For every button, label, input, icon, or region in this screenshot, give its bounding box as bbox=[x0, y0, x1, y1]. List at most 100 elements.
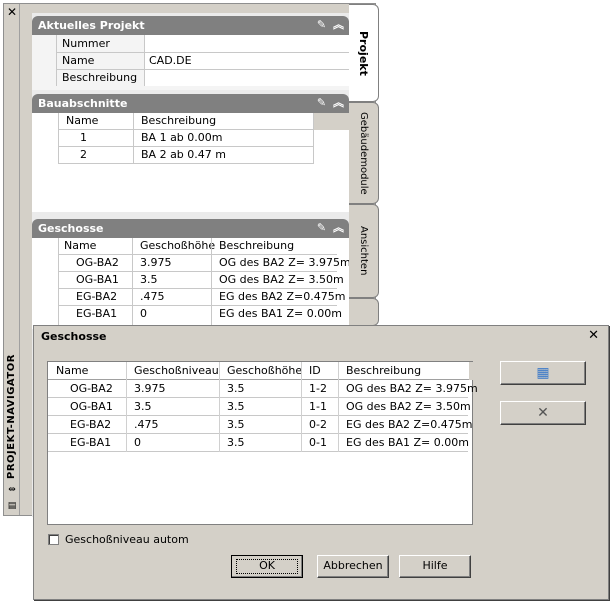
table-header: Name Geschoßniveau Geschoßhöhe ID Beschr… bbox=[48, 362, 469, 380]
table-row[interactable]: OG-BA1 3.5 OG des BA2 Z= 3.50m bbox=[32, 272, 349, 288]
auto-level-checkbox[interactable]: Geschoßniveau autom bbox=[48, 533, 189, 546]
cell-name: OG-BA1 bbox=[76, 273, 119, 286]
auto-hide-icon[interactable]: ⇹ bbox=[7, 485, 17, 495]
tab-projekt[interactable]: Projekt bbox=[349, 4, 379, 102]
palette-title: PROJEKT-NAVIGATOR bbox=[6, 354, 17, 480]
palette-title-strip[interactable]: ✕ PROJEKT-NAVIGATOR ⇹ ▤ bbox=[4, 4, 20, 515]
row-value[interactable] bbox=[145, 36, 149, 52]
edit-icon[interactable]: ✎ bbox=[315, 96, 328, 110]
cell-level: 3.5 bbox=[134, 400, 152, 413]
cell-id: 0-1 bbox=[309, 436, 327, 449]
delete-icon: ✕ bbox=[537, 405, 549, 421]
section-title: Geschosse bbox=[38, 222, 104, 235]
edit-icon[interactable]: ✎ bbox=[315, 221, 328, 235]
cell-description: BA 2 ab 0.47 m bbox=[141, 148, 226, 161]
cell-name: EG-BA2 bbox=[70, 418, 112, 431]
project-row-description[interactable]: Beschreibung bbox=[32, 70, 349, 86]
table-header: Name Beschreibung bbox=[32, 113, 349, 129]
cancel-button-label: Abbrechen bbox=[323, 559, 383, 572]
tab-label: Gebäudemodule bbox=[358, 111, 369, 195]
section-title: Bauabschnitte bbox=[38, 97, 128, 110]
section-current-project: Aktuelles Projekt ✎ ︽ Nummer Name CAD.DE bbox=[32, 16, 349, 90]
table-row[interactable]: 1 BA 1 ab 0.00m bbox=[32, 130, 349, 146]
section-header[interactable]: Bauabschnitte ✎ ︽ bbox=[32, 94, 349, 113]
column-header[interactable]: Geschoßhöhe bbox=[223, 362, 302, 379]
add-floor-button[interactable]: ▦ bbox=[500, 361, 586, 385]
cell-description: EG des BA2 Z=0.475m bbox=[346, 418, 473, 431]
section-header[interactable]: Geschosse ✎ ︽ bbox=[32, 219, 349, 238]
cell-name: OG-BA2 bbox=[76, 256, 119, 269]
column-header[interactable]: Beschreibung bbox=[137, 113, 216, 129]
cancel-button[interactable]: Abbrechen bbox=[317, 555, 389, 578]
table-row[interactable]: 2 BA 2 ab 0.47 m bbox=[32, 147, 349, 163]
cell-description: OG des BA2 Z= 3.975m bbox=[219, 256, 351, 269]
checkbox-label: Geschoßniveau autom bbox=[65, 533, 189, 546]
properties-icon[interactable]: ▤ bbox=[7, 501, 17, 511]
tab-label: Projekt bbox=[357, 30, 370, 76]
cell-name: EG-BA1 bbox=[70, 436, 112, 449]
collapse-icon[interactable]: ︽ bbox=[332, 18, 345, 32]
column-header[interactable]: Name bbox=[52, 362, 88, 379]
table-row[interactable]: OG-BA2 3.975 OG des BA2 Z= 3.975m bbox=[32, 255, 351, 271]
cell-height: 3.5 bbox=[227, 400, 245, 413]
tab-gebaeudemodule[interactable]: Gebäudemodule bbox=[349, 102, 379, 204]
tab-label: Ansichten bbox=[358, 226, 369, 276]
checkbox-box[interactable] bbox=[48, 534, 59, 545]
tab-ansichten[interactable]: Ansichten bbox=[349, 204, 379, 298]
table-header: Name Geschoßhöhe Beschreibung bbox=[32, 238, 349, 254]
cell-height: .475 bbox=[140, 290, 165, 303]
floors-table[interactable]: Name Geschoßniveau Geschoßhöhe ID Beschr… bbox=[47, 361, 478, 525]
cell-name: OG-BA1 bbox=[70, 400, 113, 413]
cell-height: 3.975 bbox=[140, 256, 172, 269]
column-header[interactable]: Name bbox=[62, 113, 98, 129]
column-header[interactable]: Name bbox=[60, 238, 96, 254]
cell-level: 0 bbox=[134, 436, 141, 449]
cell-description: OG des BA2 Z= 3.50m bbox=[219, 273, 344, 286]
delete-floor-button[interactable]: ✕ bbox=[500, 401, 586, 425]
cell-height: 3.5 bbox=[227, 418, 245, 431]
section-header[interactable]: Aktuelles Projekt ✎ ︽ bbox=[32, 16, 349, 35]
column-header[interactable]: Beschreibung bbox=[342, 362, 421, 379]
table-row[interactable]: EG-BA2 .475 3.5 0-2 EG des BA2 Z=0.475m bbox=[48, 416, 472, 434]
table-row[interactable]: EG-BA2 .475 EG des BA2 Z=0.475m bbox=[32, 289, 349, 305]
cell-description: EG des BA1 Z= 0.00m bbox=[219, 307, 342, 320]
column-header[interactable]: ID bbox=[305, 362, 321, 379]
table-row[interactable]: EG-BA1 0 3.5 0-1 EG des BA1 Z= 0.00m bbox=[48, 434, 469, 452]
cell-name: OG-BA2 bbox=[70, 382, 113, 395]
floors-dialog: Geschosse ✕ Name Geschoßniveau Geschoßhö… bbox=[33, 325, 609, 600]
column-header[interactable]: Geschoßniveau bbox=[130, 362, 219, 379]
palette-close-icon[interactable]: ✕ bbox=[6, 6, 18, 18]
section-floors: Geschosse ✎ ︽ Name Geschoßhöhe Beschreib… bbox=[32, 219, 351, 329]
ok-button[interactable]: OK bbox=[231, 555, 303, 578]
cell-height: 0 bbox=[140, 307, 147, 320]
cell-name: EG-BA2 bbox=[76, 290, 118, 303]
cell-height: 3.5 bbox=[227, 382, 245, 395]
row-label: Name bbox=[62, 54, 95, 67]
cell-description: EG des BA2 Z=0.475m bbox=[219, 290, 346, 303]
help-button[interactable]: Hilfe bbox=[399, 555, 471, 578]
row-value[interactable]: CAD.DE bbox=[145, 53, 192, 69]
table-row[interactable]: OG-BA1 3.5 3.5 1-1 OG des BA2 Z= 3.50m bbox=[48, 398, 471, 416]
column-header[interactable]: Beschreibung bbox=[215, 238, 294, 254]
edit-icon[interactable]: ✎ bbox=[315, 18, 328, 32]
cell-height: 3.5 bbox=[227, 436, 245, 449]
cell-id: 1-1 bbox=[309, 400, 327, 413]
cell-description: EG des BA1 Z= 0.00m bbox=[346, 436, 469, 449]
row-value[interactable] bbox=[145, 70, 149, 86]
table-row[interactable]: EG-BA1 0 EG des BA1 Z= 0.00m bbox=[32, 306, 349, 322]
cell-level: .475 bbox=[134, 418, 159, 431]
column-header[interactable]: Geschoßhöhe bbox=[136, 238, 215, 254]
dialog-close-icon[interactable]: ✕ bbox=[588, 328, 599, 343]
collapse-icon[interactable]: ︽ bbox=[332, 96, 345, 110]
tab-more[interactable] bbox=[349, 298, 379, 326]
cell-description: BA 1 ab 0.00m bbox=[141, 131, 223, 144]
add-floor-icon: ▦ bbox=[536, 365, 550, 381]
project-row-name[interactable]: Name CAD.DE bbox=[32, 53, 349, 69]
collapse-icon[interactable]: ︽ bbox=[332, 221, 345, 235]
cell-level: 3.975 bbox=[134, 382, 166, 395]
row-label: Beschreibung bbox=[62, 71, 138, 84]
row-label: Nummer bbox=[62, 37, 110, 50]
project-row-number[interactable]: Nummer bbox=[32, 36, 349, 52]
table-row[interactable]: OG-BA2 3.975 3.5 1-2 OG des BA2 Z= 3.975… bbox=[48, 380, 478, 398]
section-title: Aktuelles Projekt bbox=[38, 19, 145, 32]
